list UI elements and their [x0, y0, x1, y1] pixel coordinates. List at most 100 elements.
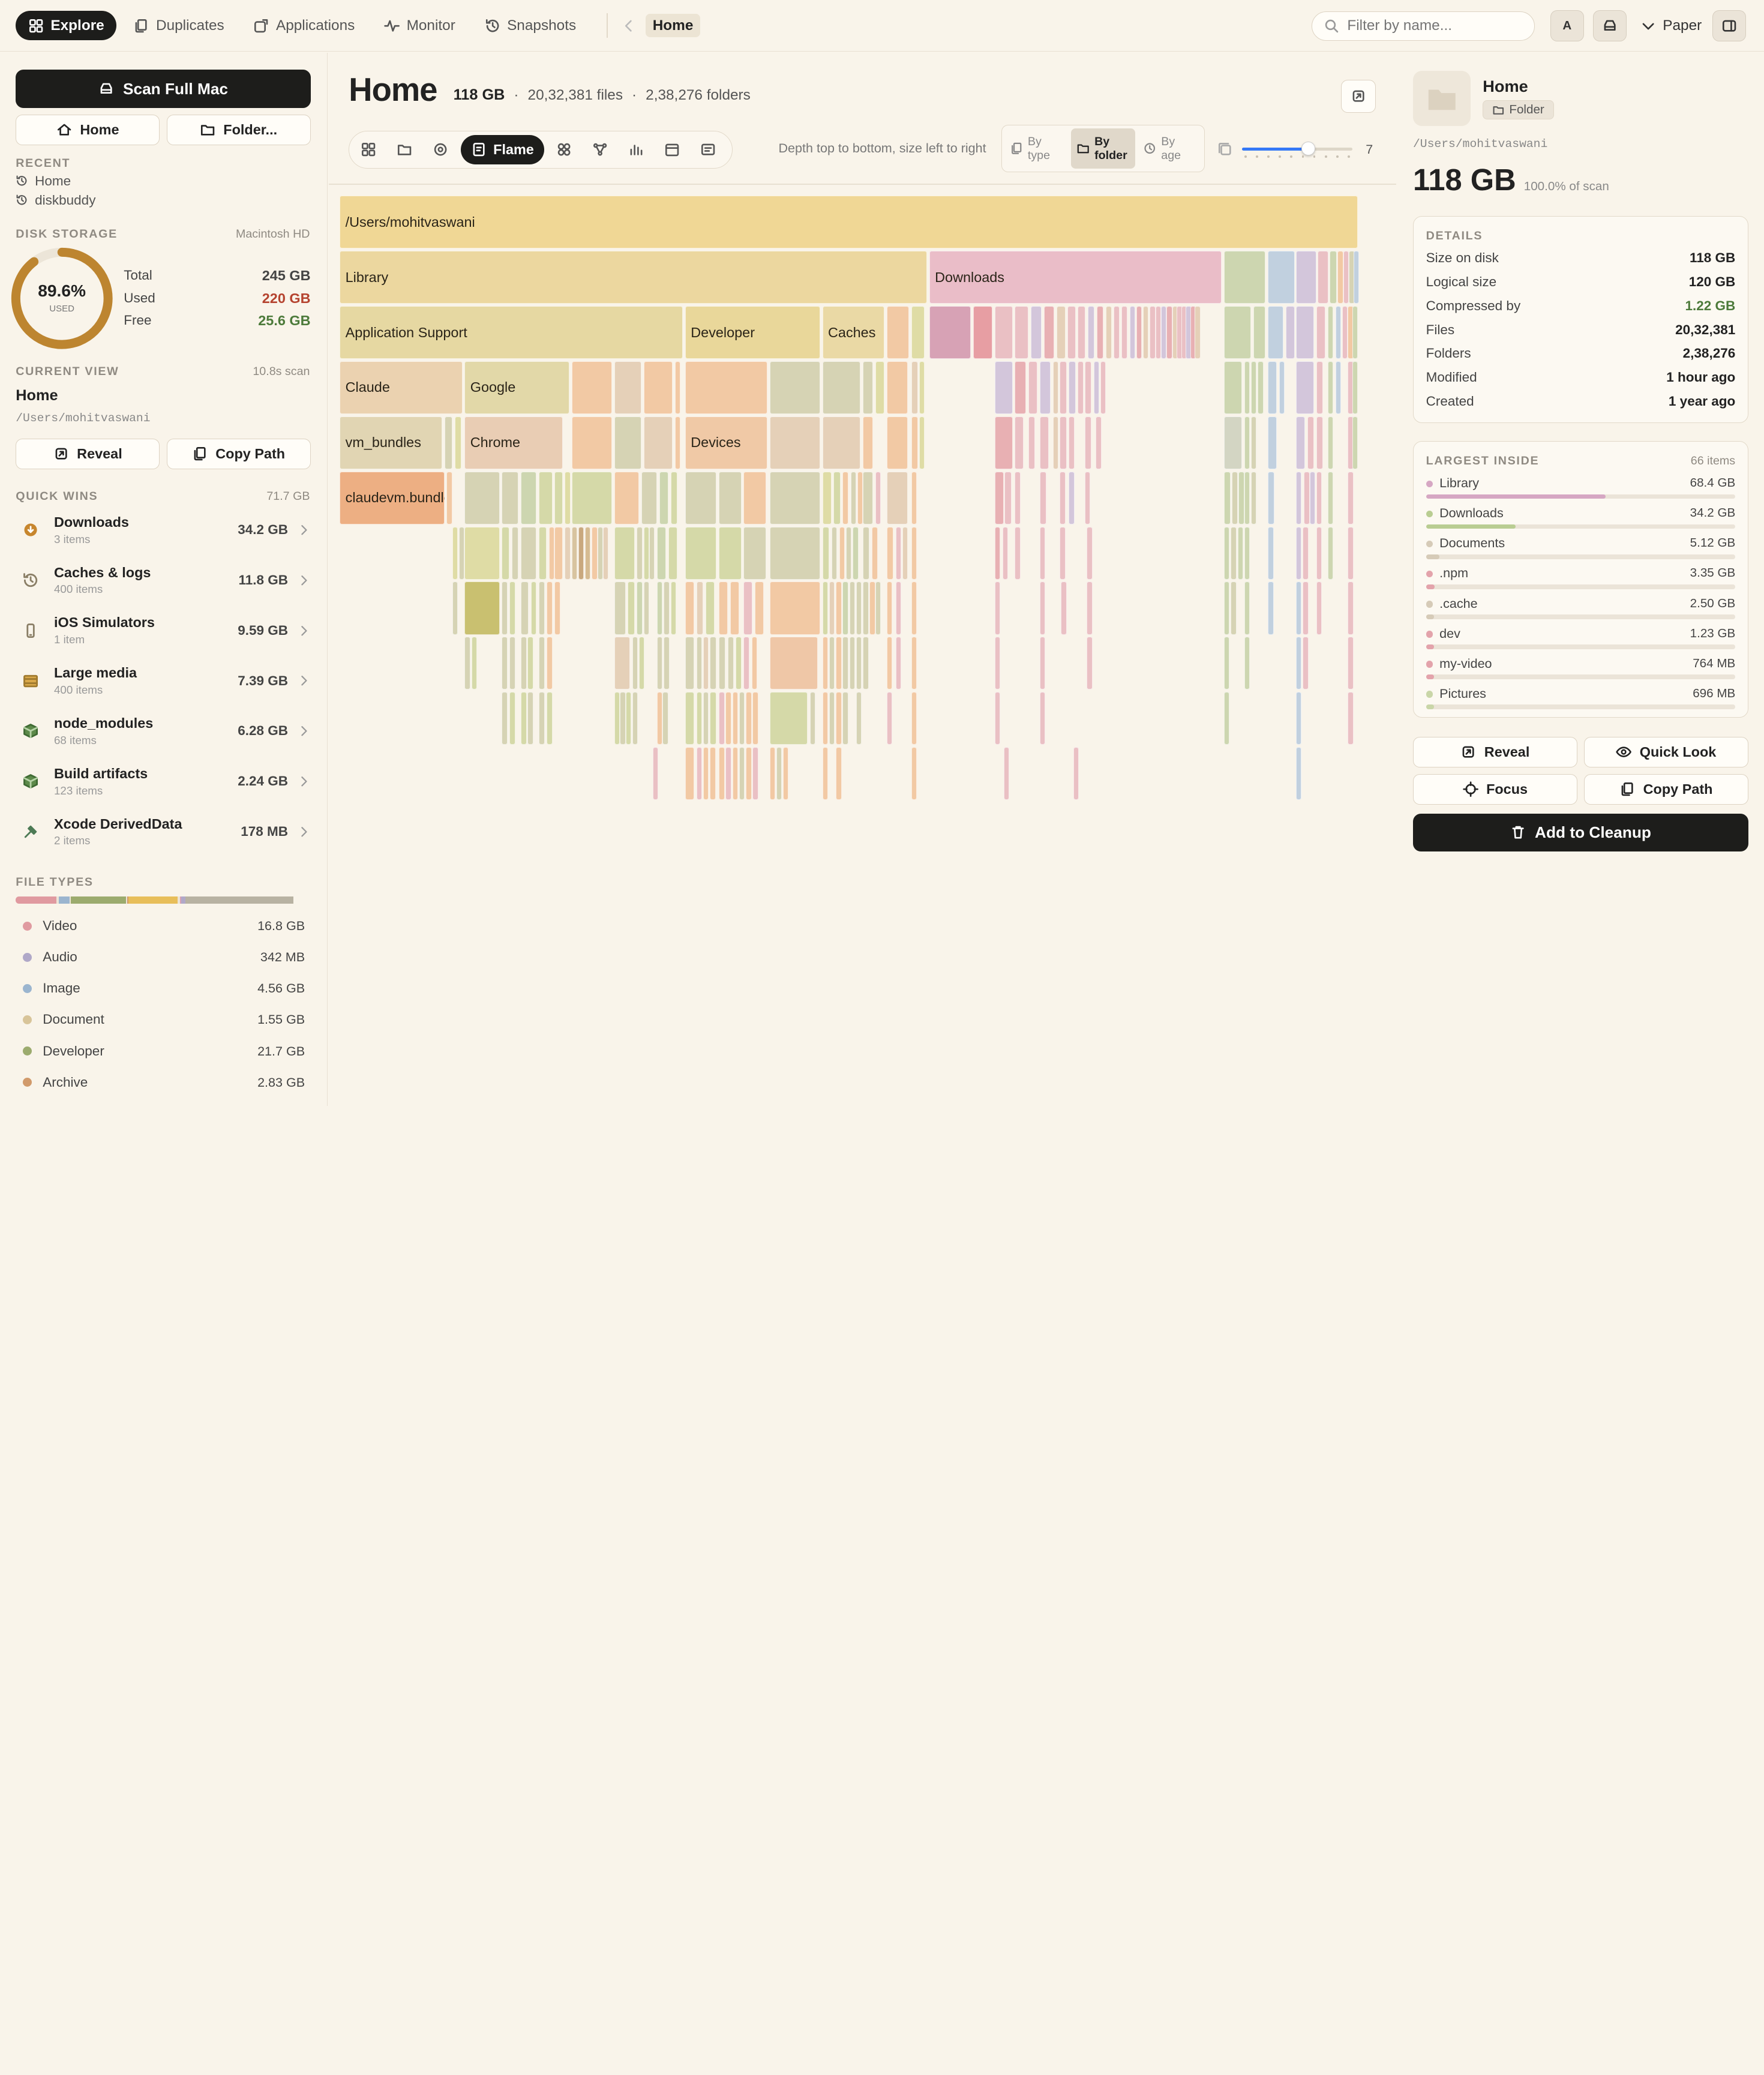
flame-cell[interactable] [1296, 637, 1302, 690]
flame-cell[interactable] [1348, 692, 1354, 745]
flame-cell[interactable] [464, 637, 470, 690]
flame-cell[interactable] [1069, 416, 1075, 469]
flame-cell[interactable] [1296, 306, 1314, 359]
flame-cell[interactable] [710, 747, 716, 800]
flame-cell[interactable] [728, 637, 734, 690]
flame-cell[interactable] [1073, 747, 1079, 800]
flame-cell[interactable] [725, 692, 731, 745]
flame-cell[interactable] [1244, 416, 1250, 469]
flame-cell[interactable] [911, 361, 918, 414]
flame-cell[interactable] [539, 471, 553, 524]
flame-cell[interactable] [464, 526, 500, 580]
flame-cell[interactable] [1268, 306, 1284, 359]
flame-cell[interactable] [509, 581, 515, 635]
flame-cell[interactable] [911, 637, 917, 690]
flame-cell[interactable] [641, 471, 657, 524]
flame-cell[interactable] [911, 416, 918, 469]
flame-cell[interactable] [911, 581, 917, 635]
flame-cell[interactable] [895, 581, 901, 635]
flame-cell[interactable] [509, 637, 515, 690]
flame-cell[interactable] [822, 637, 828, 690]
flame-cell[interactable] [994, 692, 1000, 745]
flame-cell[interactable] [1316, 471, 1322, 524]
flame-cell[interactable] [1253, 306, 1266, 359]
flame-cell[interactable] [1268, 361, 1277, 414]
flame-downloads[interactable]: Downloads [929, 251, 1222, 304]
flame-cell[interactable] [1084, 416, 1091, 469]
flame-cell[interactable] [571, 471, 612, 524]
flame-cell[interactable] [1004, 471, 1012, 524]
flame-cell[interactable] [1268, 581, 1274, 635]
flame-cell[interactable] [554, 526, 563, 580]
flame-cell[interactable] [1060, 361, 1067, 414]
flame-cell[interactable] [1238, 471, 1244, 524]
flame-cell[interactable] [1244, 637, 1250, 690]
flame-cell[interactable] [1087, 581, 1093, 635]
flame-cell[interactable] [1296, 526, 1302, 580]
flame-cell[interactable] [730, 581, 739, 635]
quick-win-item[interactable]: Build artifacts 123 items 2.24 GB [16, 757, 310, 806]
flame-cell[interactable] [585, 526, 591, 580]
flame-cell[interactable] [1296, 251, 1316, 304]
flame-cell[interactable] [1150, 306, 1156, 359]
flame-cell[interactable] [614, 637, 630, 690]
flame-cell[interactable] [512, 526, 519, 580]
flame-cell[interactable] [719, 581, 728, 635]
flame-cell[interactable] [1136, 306, 1142, 359]
flame-cell[interactable] [664, 581, 670, 635]
flame-cell[interactable] [725, 747, 731, 800]
flame-cell[interactable] [994, 471, 1004, 524]
flame-cell[interactable] [994, 526, 1000, 580]
flame-cell[interactable] [1039, 526, 1045, 580]
flame-cell[interactable] [531, 581, 537, 635]
quick-win-item[interactable]: iOS Simulators 1 item 9.59 GB [16, 606, 310, 656]
flame-cell[interactable] [1106, 306, 1112, 359]
flame-cell[interactable] [703, 637, 709, 690]
flame-cell[interactable] [1303, 637, 1309, 690]
flame-cell[interactable] [1078, 306, 1086, 359]
flame-cell[interactable] [994, 306, 1013, 359]
flame-cell[interactable] [1053, 416, 1059, 469]
flame-cell[interactable] [836, 581, 842, 635]
flame-cell[interactable] [886, 692, 892, 745]
flame-cell[interactable] [1224, 581, 1230, 635]
flame-cell[interactable] [1268, 251, 1295, 304]
flame-cell[interactable] [743, 637, 749, 690]
flame-cell[interactable] [521, 581, 529, 635]
flame-cell[interactable] [603, 526, 609, 580]
flame-cell[interactable] [863, 361, 873, 414]
flame-cell[interactable] [547, 692, 553, 745]
flame-claudevm-bundle[interactable]: claudevm.bundle [340, 471, 445, 524]
flame-cell[interactable] [620, 692, 626, 745]
flame-cell[interactable] [657, 637, 663, 690]
flame-cell[interactable] [846, 526, 852, 580]
flame-cell[interactable] [856, 581, 862, 635]
flame-cell[interactable] [1353, 251, 1359, 304]
flame-cell[interactable] [875, 581, 881, 635]
flame-cell[interactable] [547, 637, 553, 690]
flame-cell[interactable] [1296, 747, 1302, 800]
flame-cell[interactable] [1352, 361, 1358, 414]
flame-cell[interactable] [856, 692, 862, 745]
flame-cell[interactable] [1224, 637, 1230, 690]
tab-monitor[interactable]: Monitor [371, 11, 467, 40]
flame-cell[interactable] [1061, 581, 1067, 635]
flame-cell[interactable] [1348, 526, 1354, 580]
file-type-row[interactable]: Document 1.55 GB [16, 1012, 305, 1027]
flame-cell[interactable] [696, 637, 702, 690]
flame-cell[interactable] [822, 361, 861, 414]
copy-path-button[interactable]: Copy Path [1584, 774, 1748, 805]
flame-cell[interactable] [592, 526, 598, 580]
flame-cell[interactable] [886, 581, 892, 635]
flame-cell[interactable] [746, 747, 752, 800]
flame-cell[interactable] [685, 747, 694, 800]
flame-cell[interactable] [1251, 471, 1257, 524]
flame-cell[interactable] [863, 526, 870, 580]
tab-applications[interactable]: Applications [241, 11, 367, 40]
flame-cell[interactable] [685, 637, 694, 690]
flame-cell[interactable] [829, 637, 835, 690]
flame-cell[interactable] [1232, 471, 1238, 524]
flame-cell[interactable] [1060, 526, 1066, 580]
flame-cell[interactable] [719, 471, 742, 524]
flame-cell[interactable] [549, 526, 555, 580]
